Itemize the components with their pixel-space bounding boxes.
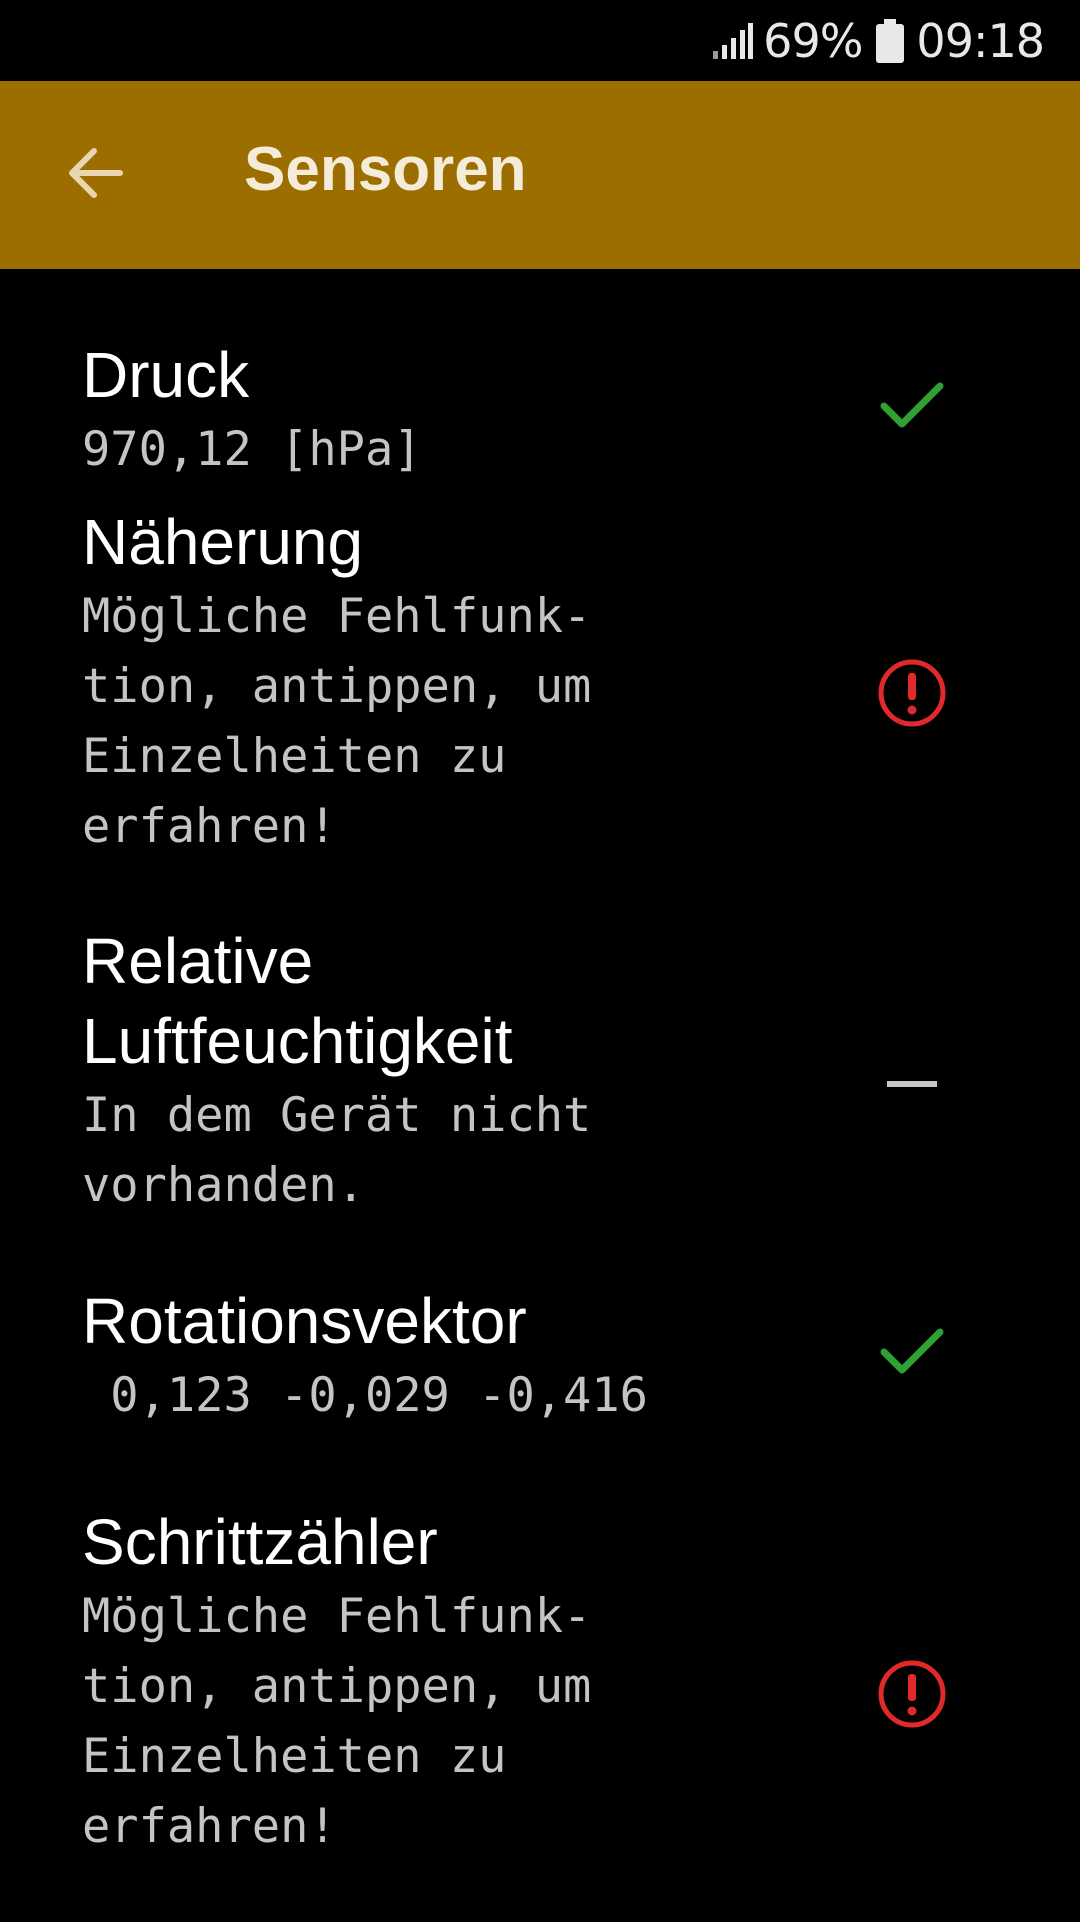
sensor-row-luftfeuchtigkeit[interactable]: Relative Luftfeuchtigkeit In dem Gerät n…: [0, 913, 1080, 1281]
sensor-text: Schrittzähler Mögliche Fehlfunk- tion, a…: [82, 1502, 682, 1862]
dash-icon: [874, 1046, 950, 1122]
battery-percent: 69%: [763, 14, 863, 68]
sensor-text: Relative Luftfeuchtigkeit In dem Gerät n…: [82, 921, 682, 1221]
clock: 09:18: [916, 14, 1045, 68]
sensor-title: Rotationsvektor: [82, 1285, 527, 1357]
sensor-status-text: In dem Gerät nicht vorhanden.: [82, 1088, 592, 1213]
battery-icon: [876, 19, 905, 63]
sensor-title: Relative Luftfeuchtigkeit: [82, 925, 513, 1077]
sensor-text: Druck 970,12 [hPa]: [82, 335, 682, 485]
status-bar: 69% 09:18: [0, 0, 1080, 81]
page-title: Sensoren: [244, 135, 527, 204]
error-circle-icon: [874, 1656, 950, 1732]
sensor-text: Näherung Mögliche Fehlfunk- tion, antipp…: [82, 502, 682, 862]
sensor-text: Rotationsvektor 0,123 -0,029 -0,416: [82, 1281, 682, 1431]
error-circle-icon: [874, 655, 950, 731]
sensor-list: Druck 970,12 [hPa] Näherung Mögliche Feh…: [0, 269, 1080, 1922]
sensor-row-rotationsvektor[interactable]: Rotationsvektor 0,123 -0,029 -0,416: [0, 1281, 1080, 1502]
sensor-value: 0,123 -0,029 -0,416: [82, 1368, 648, 1423]
sensor-row-naeherung[interactable]: Näherung Mögliche Fehlfunk- tion, antipp…: [0, 488, 1080, 913]
sensor-title: Näherung: [82, 506, 364, 578]
sensor-title: Druck: [82, 339, 250, 411]
sensor-status-text: Mögliche Fehlfunk- tion, antippen, um Ei…: [82, 589, 592, 854]
arrow-back-icon: [64, 145, 124, 206]
status-indicators: 69% 09:18: [711, 14, 1045, 68]
sensor-row-schrittzaehler[interactable]: Schrittzähler Mögliche Fehlfunk- tion, a…: [0, 1502, 1080, 1922]
app-bar: Sensoren: [0, 81, 1080, 269]
back-button[interactable]: [50, 135, 138, 215]
sensor-value: 970,12 [hPa]: [82, 422, 422, 477]
checkmark-icon: [874, 367, 950, 443]
sensor-status-text: Mögliche Fehlfunk- tion, antippen, um Ei…: [82, 1589, 592, 1854]
sensor-row-druck[interactable]: Druck 970,12 [hPa]: [0, 269, 1080, 488]
checkmark-icon: [874, 1313, 950, 1389]
sensor-title: Schrittzähler: [82, 1506, 438, 1578]
signal-icon: [711, 23, 754, 59]
